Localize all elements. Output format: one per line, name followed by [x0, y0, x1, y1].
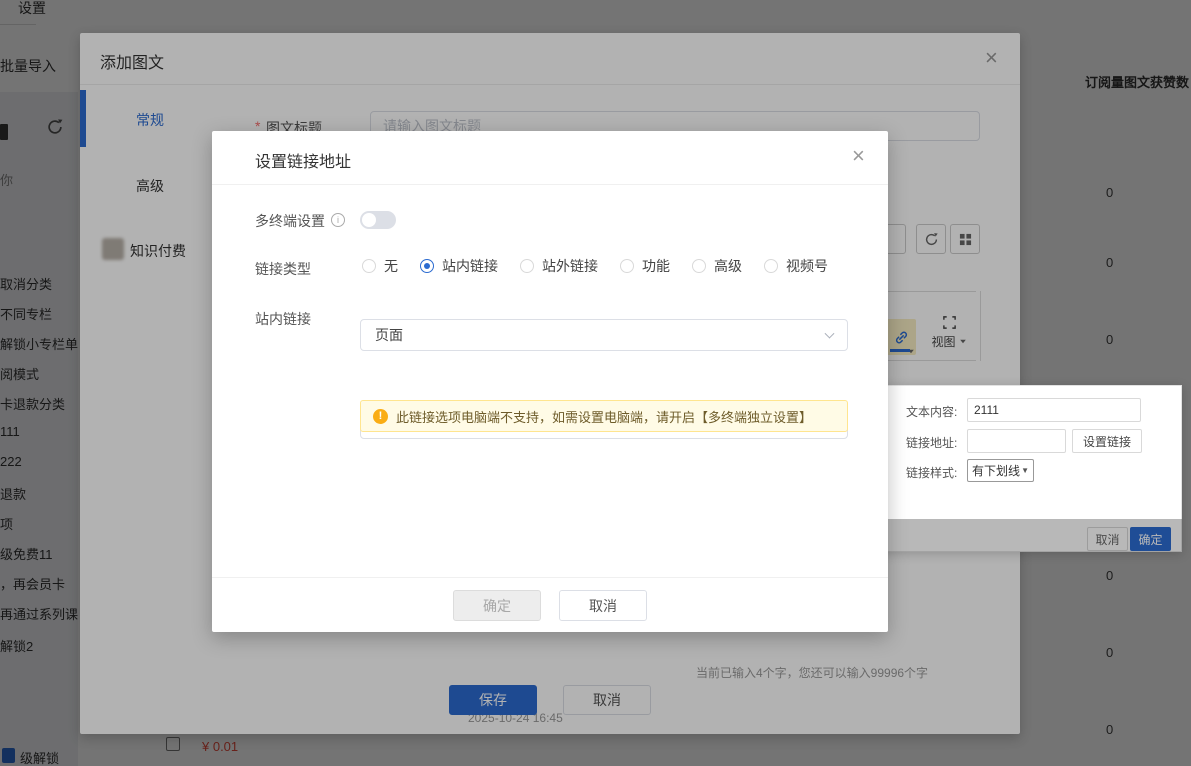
select-arrow-icon: ▼ [1021, 466, 1029, 475]
link-style-select[interactable]: 有下划线 ▼ [967, 459, 1034, 482]
link-style-label: 链接样式: [906, 464, 957, 481]
warning-text: 此链接选项电脑端不支持，如需设置电脑端，请开启【多终端独立设置】 [396, 407, 812, 426]
radio-advanced[interactable]: 高级 [692, 256, 742, 276]
radio-circle [764, 259, 778, 273]
text-content-input[interactable] [967, 398, 1141, 422]
modal-title: 设置链接地址 [255, 148, 351, 172]
radio-label: 高级 [714, 256, 742, 276]
radio-video-account[interactable]: 视频号 [764, 256, 828, 276]
cancel-button[interactable]: 取消 [559, 590, 647, 621]
internal-link-label: 站内链接 [255, 309, 311, 329]
screen: 设置 批量导入 你 取消分类 不同专栏 解锁小专栏单 阅模式 卡退款分类 111… [0, 0, 1191, 766]
radio-internal-link[interactable]: 站内链接 [420, 256, 498, 276]
page-type-select[interactable]: 页面 [360, 319, 848, 351]
confirm-button[interactable]: 确定 [453, 590, 541, 621]
radio-circle [362, 259, 376, 273]
link-address-input[interactable] [967, 429, 1066, 453]
popover-dim-strip [870, 519, 1182, 552]
radio-circle-checked [420, 259, 434, 273]
multi-terminal-toggle[interactable] [360, 211, 396, 229]
radio-circle [692, 259, 706, 273]
warning-banner: ! 此链接选项电脑端不支持，如需设置电脑端，请开启【多终端独立设置】 [360, 400, 848, 432]
radio-external-link[interactable]: 站外链接 [520, 256, 598, 276]
radio-label: 站内链接 [442, 256, 498, 276]
radio-label: 站外链接 [542, 256, 598, 276]
text-content-label: 文本内容: [906, 403, 957, 420]
link-type-radio-group: 无 站内链接 站外链接 功能 高级 视频号 [362, 255, 828, 277]
link-style-value: 有下划线 [972, 462, 1020, 479]
radio-none[interactable]: 无 [362, 256, 398, 276]
multi-terminal-label: 多终端设置 [255, 211, 325, 231]
radio-label: 视频号 [786, 256, 828, 276]
set-link-modal: 设置链接地址 × 多终端设置 i 链接类型 无 站内链接 站外链接 功能 [212, 131, 888, 632]
link-address-label: 链接地址: [906, 434, 957, 451]
set-link-button[interactable]: 设置链接 [1072, 429, 1142, 453]
warning-icon: ! [373, 409, 388, 424]
page-type-value: 页面 [375, 325, 403, 345]
radio-circle [520, 259, 534, 273]
radio-label: 无 [384, 256, 398, 276]
link-type-label: 链接类型 [255, 259, 311, 279]
close-icon[interactable]: × [852, 145, 865, 167]
footer-divider [212, 577, 888, 578]
radio-function[interactable]: 功能 [620, 256, 670, 276]
radio-circle [620, 259, 634, 273]
chevron-down-icon [825, 329, 835, 339]
radio-label: 功能 [642, 256, 670, 276]
info-icon[interactable]: i [331, 213, 345, 227]
